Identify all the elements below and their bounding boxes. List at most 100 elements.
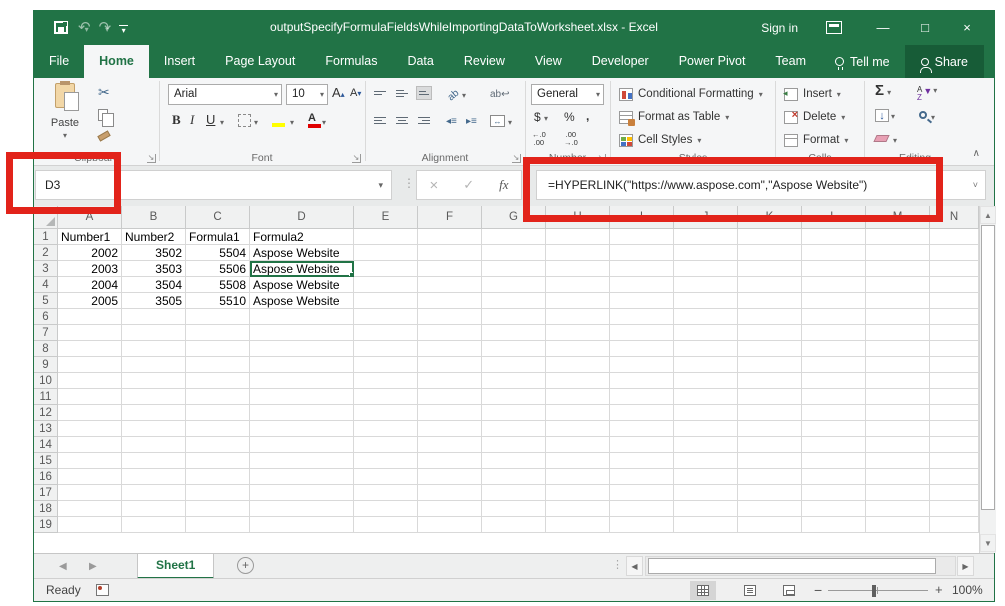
grid-cell[interactable]: [866, 485, 930, 501]
grid-cell[interactable]: [186, 357, 250, 373]
grid-cell[interactable]: [546, 261, 610, 277]
delete-cells-button[interactable]: Delete▾: [784, 107, 845, 127]
grid-cell[interactable]: [866, 261, 930, 277]
grid-cell[interactable]: [866, 469, 930, 485]
grid-cell[interactable]: [866, 437, 930, 453]
cell-A2[interactable]: 2002: [58, 245, 122, 261]
grid-cell[interactable]: [866, 373, 930, 389]
font-dialog-launcher[interactable]: ↘: [352, 154, 361, 163]
grid-cell[interactable]: [186, 501, 250, 517]
grid-cell[interactable]: [930, 277, 979, 293]
ribbon-display-options-icon[interactable]: [826, 21, 842, 34]
grid-cell[interactable]: [482, 245, 546, 261]
grid-cell[interactable]: [546, 325, 610, 341]
grid-cell[interactable]: [802, 341, 866, 357]
merge-center-icon[interactable]: ↔: [490, 115, 505, 127]
grid-cell[interactable]: [482, 229, 546, 245]
grid-cell[interactable]: [866, 277, 930, 293]
grid-cell[interactable]: [250, 517, 354, 533]
grid-cell[interactable]: [354, 389, 418, 405]
decrease-decimal-button[interactable]: .00 →.0: [564, 131, 578, 147]
grow-font-button[interactable]: A▴: [332, 85, 345, 100]
save-icon[interactable]: [54, 21, 68, 34]
grid-cell[interactable]: [930, 389, 979, 405]
grid-cell[interactable]: [802, 293, 866, 309]
grid-cell[interactable]: [122, 405, 186, 421]
fill-button[interactable]: ↓▾: [875, 109, 895, 122]
grid-cell[interactable]: [186, 421, 250, 437]
row-header-6[interactable]: 6: [34, 309, 58, 325]
grid-cell[interactable]: [250, 469, 354, 485]
grid-cell[interactable]: [802, 245, 866, 261]
column-header-B[interactable]: B: [122, 206, 186, 229]
decrease-indent-icon[interactable]: ◂≡: [446, 116, 457, 127]
grid-cell[interactable]: [930, 261, 979, 277]
grid-cell[interactable]: [674, 389, 738, 405]
scroll-down-icon[interactable]: ▼: [980, 534, 996, 552]
grid-cell[interactable]: [186, 405, 250, 421]
grid-cell[interactable]: [122, 437, 186, 453]
grid-cell[interactable]: [354, 501, 418, 517]
grid-cell[interactable]: [802, 405, 866, 421]
grid-cell[interactable]: [58, 453, 122, 469]
grid-cell[interactable]: [58, 325, 122, 341]
grid-cell[interactable]: [866, 325, 930, 341]
grid-cell[interactable]: [250, 501, 354, 517]
grid-cell[interactable]: [674, 229, 738, 245]
grid-cell[interactable]: [674, 373, 738, 389]
grid-cell[interactable]: [802, 309, 866, 325]
grid-cell[interactable]: [802, 277, 866, 293]
maximize-button[interactable]: □: [910, 10, 940, 45]
grid-cell[interactable]: [186, 453, 250, 469]
grid-cell[interactable]: [610, 357, 674, 373]
column-header-E[interactable]: E: [354, 206, 418, 229]
grid-cell[interactable]: [738, 357, 802, 373]
clear-button[interactable]: ▾: [875, 135, 897, 145]
grid-cell[interactable]: [610, 421, 674, 437]
cell-C1[interactable]: Formula1: [186, 229, 250, 245]
grid-cell[interactable]: [58, 405, 122, 421]
grid-cell[interactable]: [418, 437, 482, 453]
grid-cell[interactable]: [186, 389, 250, 405]
grid-cell[interactable]: [546, 245, 610, 261]
grid-cell[interactable]: [354, 373, 418, 389]
grid-cell[interactable]: [58, 357, 122, 373]
grid-cell[interactable]: [546, 373, 610, 389]
tab-home[interactable]: Home: [84, 45, 149, 78]
row-header-1[interactable]: 1: [34, 229, 58, 245]
grid-cell[interactable]: [546, 485, 610, 501]
grid-cell[interactable]: [674, 293, 738, 309]
tab-team[interactable]: Team: [760, 45, 821, 78]
align-top-icon[interactable]: [372, 86, 388, 100]
grid-cell[interactable]: [610, 277, 674, 293]
grid-cell[interactable]: [930, 421, 979, 437]
grid-cell[interactable]: [930, 309, 979, 325]
grid-cell[interactable]: [354, 245, 418, 261]
grid-cell[interactable]: [674, 405, 738, 421]
grid-cell[interactable]: [674, 341, 738, 357]
name-box-dropdown-icon[interactable]: ▾: [378, 171, 383, 199]
grid-cell[interactable]: [738, 485, 802, 501]
grid-cell[interactable]: [802, 421, 866, 437]
grid-cell[interactable]: [930, 453, 979, 469]
tab-page-layout[interactable]: Page Layout: [210, 45, 310, 78]
row-header-19[interactable]: 19: [34, 517, 58, 533]
align-left-icon[interactable]: [372, 113, 388, 127]
grid-cell[interactable]: [738, 229, 802, 245]
row-header-3[interactable]: 3: [34, 261, 58, 277]
grid-cell[interactable]: [610, 245, 674, 261]
grid-cell[interactable]: [674, 245, 738, 261]
row-header-15[interactable]: 15: [34, 453, 58, 469]
grid-cell[interactable]: [354, 341, 418, 357]
tab-data[interactable]: Data: [392, 45, 448, 78]
vertical-scrollbar[interactable]: ▲ ▼: [979, 206, 996, 553]
grid-cell[interactable]: [418, 405, 482, 421]
grid-cell[interactable]: [738, 325, 802, 341]
grid-cell[interactable]: [738, 261, 802, 277]
column-header-D[interactable]: D: [250, 206, 354, 229]
grid-cell[interactable]: [866, 405, 930, 421]
grid-cell[interactable]: [610, 293, 674, 309]
grid-cell[interactable]: [674, 357, 738, 373]
grid-cell[interactable]: [738, 517, 802, 533]
grid-cell[interactable]: [418, 277, 482, 293]
